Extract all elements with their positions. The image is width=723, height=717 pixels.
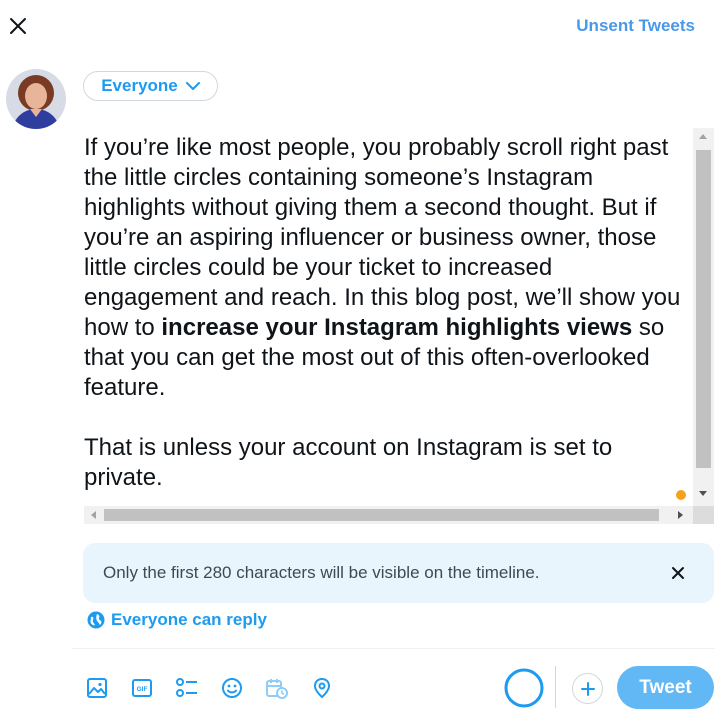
character-count-ring [503, 667, 545, 709]
plus-icon [580, 681, 595, 696]
audience-selector[interactable]: Everyone [83, 71, 218, 101]
divider [72, 648, 715, 649]
poll-icon [176, 678, 197, 697]
tweet-text-bold: increase your Instagram highlights views [161, 314, 633, 341]
tweet-paragraph-1: If you’re like most people, you probably… [84, 133, 692, 403]
tweet-text: If you’re like most people, you probably… [84, 133, 692, 493]
vertical-scrollbar[interactable] [693, 128, 714, 506]
add-media-button[interactable] [84, 675, 110, 701]
schedule-button[interactable] [264, 675, 290, 701]
tweet-paragraph-2: That is unless your account on Instagram… [84, 434, 613, 491]
avatar[interactable] [6, 69, 66, 129]
audience-label: Everyone [101, 76, 178, 95]
grammar-indicator[interactable] [676, 490, 686, 500]
tweet-button[interactable]: Tweet [617, 666, 714, 709]
avatar-image [6, 69, 66, 129]
horizontal-scrollbar[interactable] [84, 506, 693, 524]
horizontal-scroll-thumb[interactable] [104, 509, 659, 521]
close-icon [10, 18, 26, 34]
scroll-right-arrow[interactable] [678, 511, 683, 519]
close-icon [672, 567, 684, 579]
scroll-down-arrow[interactable] [699, 491, 707, 496]
add-gif-button[interactable]: GIF [129, 675, 155, 701]
scroll-left-arrow[interactable] [91, 511, 96, 519]
progress-ring-icon [504, 668, 544, 708]
close-button[interactable] [6, 14, 30, 38]
add-poll-button[interactable] [174, 675, 200, 701]
gif-label: GIF [137, 686, 148, 693]
add-tweet-button[interactable] [572, 673, 603, 704]
toolbar-separator [555, 666, 556, 708]
reply-settings-label: Everyone can reply [111, 610, 267, 629]
globe-icon [87, 611, 105, 629]
vertical-scroll-thumb[interactable] [696, 150, 711, 468]
scroll-up-arrow[interactable] [699, 134, 707, 139]
notice-close-button[interactable] [668, 563, 688, 583]
gif-icon: GIF [132, 679, 152, 697]
location-icon [313, 677, 331, 699]
composer-toolbar: GIF [84, 675, 354, 701]
tweet-text-part: If you’re like most people, you probably… [84, 134, 681, 341]
emoji-icon [222, 678, 242, 698]
reply-settings-button[interactable]: Everyone can reply [87, 608, 267, 632]
unsent-tweets-link[interactable]: Unsent Tweets [576, 16, 695, 36]
character-limit-notice: Only the first 280 characters will be vi… [83, 543, 714, 603]
chevron-down-icon [185, 81, 200, 90]
add-emoji-button[interactable] [219, 675, 245, 701]
image-icon [87, 678, 107, 698]
tweet-text-area[interactable]: If you’re like most people, you probably… [84, 128, 714, 524]
scrollbar-corner [693, 506, 714, 524]
notice-text: Only the first 280 characters will be vi… [103, 563, 540, 582]
schedule-icon [266, 679, 288, 699]
add-location-button[interactable] [309, 675, 335, 701]
